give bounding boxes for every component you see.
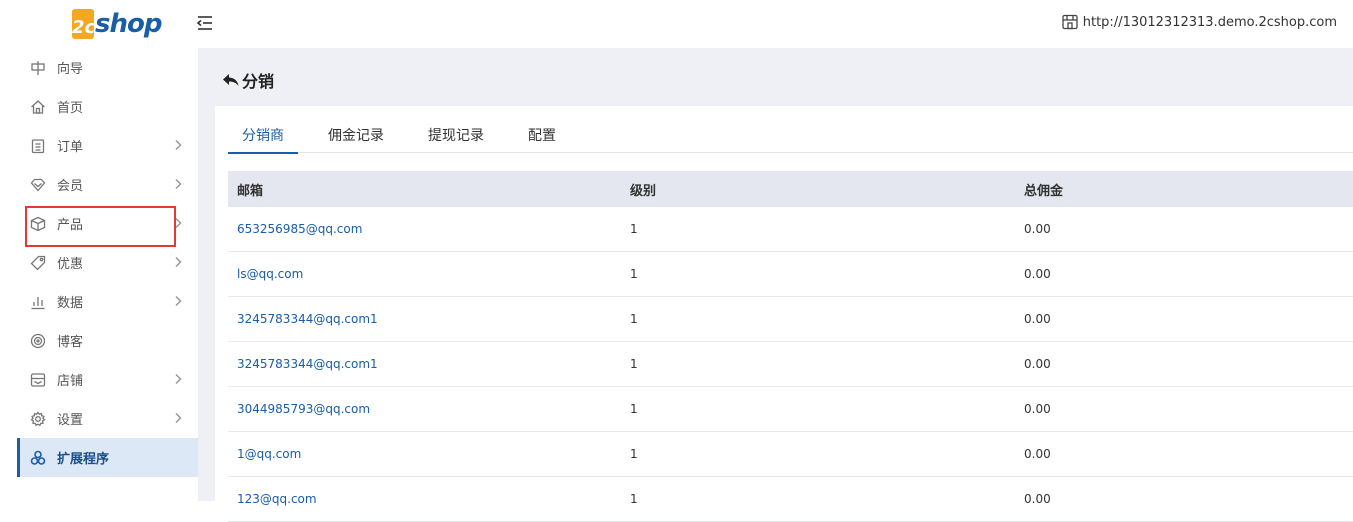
sidebar-item-home[interactable]: 首页 [17,87,198,126]
level-cell: 1 [630,447,638,461]
page-title: 分销 [222,68,274,92]
email-link[interactable]: 3245783344@qq.com1 [237,312,378,326]
sidebar-item-members[interactable]: 会员 [17,165,198,204]
column-header-commission[interactable]: 总佣金 [1015,180,1353,199]
settings-icon [30,410,46,427]
site-url-text: http://13012312313.demo.2cshop.com [1082,14,1337,30]
discount-icon [30,255,46,271]
commission-cell: 0.00 [1024,492,1051,506]
email-link[interactable]: 653256985@qq.com [237,222,362,236]
product-icon [30,216,46,232]
level-cell: 1 [630,402,638,416]
table-header: 邮箱 级别 总佣金 [228,171,1353,207]
chevron-right-icon [174,256,182,272]
email-link[interactable]: 1@qq.com [237,447,301,461]
table-row: 3044985793@qq.com 1 0.00 [228,387,1353,432]
sidebar-item-data[interactable]: 数据 [17,282,198,321]
chevron-right-icon [174,178,182,194]
store-icon [30,372,46,388]
sidebar-item-discounts[interactable]: 优惠 [17,243,198,282]
level-cell: 1 [630,312,638,326]
chevron-right-icon [174,217,182,233]
blog-icon [30,333,46,349]
tab-commission-records[interactable]: 佣金记录 [314,118,398,153]
table-row: 1@qq.com 1 0.00 [228,432,1353,477]
chevron-right-icon [174,139,182,155]
sidebar: 向导 首页 订单 会员 产品 优惠 数据 博客 店铺 设置 扩展程序 [17,48,198,501]
guide-icon [30,60,46,76]
site-url-link[interactable]: http://13012312313.demo.2cshop.com [1061,14,1337,30]
tab-bar: 分销商 佣金记录 提现记录 配置 [228,118,1353,154]
chevron-right-icon [174,373,182,389]
commission-cell: 0.00 [1024,312,1051,326]
level-cell: 1 [630,357,638,371]
sidebar-item-label: 店铺 [57,374,84,389]
level-cell: 1 [630,492,638,506]
chevron-right-icon [174,295,182,311]
sidebar-item-label: 首页 [57,101,84,116]
sidebar-item-blog[interactable]: 博客 [17,321,198,360]
content-panel: 分销商 佣金记录 提现记录 配置 邮箱 级别 总佣金 653256985@qq.… [215,106,1353,522]
tab-config[interactable]: 配置 [514,118,570,153]
table-row: 653256985@qq.com 1 0.00 [228,207,1353,252]
sidebar-item-guide[interactable]: 向导 [17,48,198,87]
level-cell: 1 [630,222,638,236]
main-content: 分销 分销商 佣金记录 提现记录 配置 邮箱 级别 总佣金 653256985@… [198,48,1353,522]
commission-cell: 0.00 [1024,447,1051,461]
top-header: 2c shop http://13012312313.demo.2cshop.c… [0,0,1353,48]
tab-withdrawal-records[interactable]: 提现记录 [414,118,498,153]
member-icon [30,177,46,193]
logo-text: shop [95,9,162,39]
extensions-icon [30,450,46,466]
logo[interactable]: 2c shop [72,5,162,39]
tab-distributors[interactable]: 分销商 [228,118,298,154]
back-arrow-icon[interactable] [222,72,240,88]
commission-cell: 0.00 [1024,402,1051,416]
sidebar-item-label: 产品 [57,218,84,233]
sidebar-item-label: 博客 [57,335,84,350]
distributors-table: 邮箱 级别 总佣金 653256985@qq.com 1 0.00 ls@qq.… [228,171,1353,522]
sidebar-item-label: 扩展程序 [57,452,110,467]
commission-cell: 0.00 [1024,222,1051,236]
sidebar-item-extensions[interactable]: 扩展程序 [17,438,198,477]
data-icon [30,294,46,310]
column-header-level[interactable]: 级别 [621,180,1015,199]
logo-badge: 2c [72,9,96,39]
sidebar-item-label: 向导 [57,62,84,77]
sidebar-item-label: 订单 [57,140,84,155]
sidebar-item-store[interactable]: 店铺 [17,360,198,399]
store-front-icon [1061,14,1079,30]
sidebar-item-products[interactable]: 产品 [17,204,198,243]
table-row: 3245783344@qq.com1 1 0.00 [228,342,1353,387]
sidebar-item-label: 设置 [57,413,84,428]
menu-toggle-icon[interactable] [196,14,214,32]
level-cell: 1 [630,267,638,281]
table-row: 3245783344@qq.com1 1 0.00 [228,297,1353,342]
logo-badge-text: 2c [72,17,96,38]
commission-cell: 0.00 [1024,357,1051,371]
sidebar-item-label: 优惠 [57,257,84,272]
order-icon [30,138,46,154]
email-link[interactable]: 3245783344@qq.com1 [237,357,378,371]
sidebar-item-label: 数据 [57,296,84,311]
column-header-email[interactable]: 邮箱 [228,180,621,199]
sidebar-item-settings[interactable]: 设置 [17,399,198,438]
page-header: 分销 [198,48,1353,106]
sidebar-item-orders[interactable]: 订单 [17,126,198,165]
email-link[interactable]: 3044985793@qq.com [237,402,370,416]
email-link[interactable]: ls@qq.com [237,267,303,281]
table-row: 123@qq.com 1 0.00 [228,477,1353,522]
commission-cell: 0.00 [1024,267,1051,281]
sidebar-item-label: 会员 [57,179,84,194]
email-link[interactable]: 123@qq.com [237,492,317,506]
table-row: ls@qq.com 1 0.00 [228,252,1353,297]
home-icon [30,99,46,115]
chevron-right-icon [174,412,182,428]
page-title-text: 分销 [242,72,275,91]
